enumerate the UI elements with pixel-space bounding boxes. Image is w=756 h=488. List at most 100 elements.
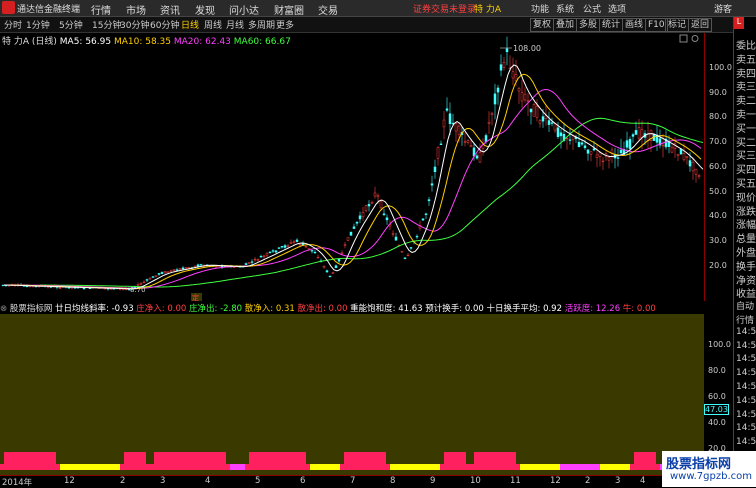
candle-body — [373, 192, 377, 197]
menu-options[interactable]: 选项 — [608, 2, 626, 15]
candle-body — [532, 104, 536, 117]
toolbar-adjust[interactable]: 复权 — [530, 18, 555, 32]
toolbar-stats[interactable]: 统计 — [599, 18, 624, 32]
candle-body — [469, 145, 473, 148]
toolbar-back[interactable]: 返回 — [688, 18, 713, 32]
menu-function[interactable]: 功能 — [531, 2, 549, 15]
candle-body — [253, 258, 257, 261]
toolbar-mark[interactable]: 标记 — [665, 18, 690, 32]
site-watermark: 股票指标网 www.7gpzb.com — [662, 451, 756, 487]
panel-row: 卖五 — [736, 54, 756, 66]
candle-body — [385, 217, 389, 221]
panel-row: 14:5 — [736, 340, 756, 351]
period-monthly[interactable]: 月线 — [226, 18, 244, 31]
candle-body — [565, 137, 569, 140]
watermark-title: 股票指标网 — [666, 457, 732, 472]
candle-body — [265, 253, 269, 256]
signal-bar — [600, 464, 630, 470]
menu-discover[interactable]: 发现 — [195, 2, 215, 17]
candle-body — [529, 108, 533, 113]
menu-quotes[interactable]: 行情 — [91, 2, 111, 17]
panel-row: 14:5 — [736, 354, 756, 365]
indicator-value-3: 散净入: 0.31 — [242, 304, 295, 314]
candle-body — [589, 151, 593, 155]
menu-wealth[interactable]: 财富圈 — [274, 2, 304, 17]
period-weekly[interactable]: 周线 — [204, 18, 222, 31]
candle-body — [274, 250, 278, 253]
panel-row: 自动 — [736, 302, 755, 313]
period-60min[interactable]: 60分钟 — [150, 18, 179, 31]
toolbar-overlay[interactable]: 叠加 — [553, 18, 578, 32]
period-more[interactable]: 更多 — [276, 18, 294, 31]
candle-body — [379, 200, 383, 209]
menu-market[interactable]: 市场 — [126, 2, 146, 17]
panel-row: 14:5 — [736, 423, 756, 434]
candle-body — [295, 239, 299, 242]
candle-body — [556, 127, 560, 137]
menu-guest[interactable]: 游客 — [714, 2, 732, 15]
candlestick-chart[interactable]: 108.00 8.70 定 — [0, 33, 704, 301]
indicator-settings-icon[interactable]: ⊗ — [0, 304, 7, 314]
candle-body — [400, 251, 404, 253]
signal-bar — [390, 464, 440, 470]
candle-body — [688, 160, 692, 167]
indicator-panel[interactable] — [0, 314, 704, 475]
date-tick: 12 — [64, 476, 75, 486]
candle-body — [541, 116, 545, 122]
candle-body — [691, 161, 695, 172]
signal-block — [474, 452, 516, 464]
signal-block — [154, 452, 226, 464]
signal-bar — [150, 464, 230, 470]
login-status[interactable]: 证券交易未登录 — [413, 2, 476, 15]
settings-circle-icon[interactable] — [691, 35, 699, 42]
candle-body — [316, 256, 320, 259]
panel-row: 14:5 — [736, 409, 756, 420]
date-tick: 8 — [390, 476, 396, 486]
panel-l-icon[interactable]: L — [734, 17, 744, 29]
date-tick: 2 — [120, 476, 126, 486]
candle-body — [334, 265, 338, 269]
menu-system[interactable]: 系统 — [556, 2, 574, 15]
price-tick: 60.0 — [709, 161, 727, 171]
period-daily[interactable]: 日线 — [181, 18, 199, 31]
date-tick: 4 — [640, 476, 646, 486]
candle-body — [184, 267, 188, 269]
candle-body — [268, 251, 272, 253]
period-15min[interactable]: 15分钟 — [92, 18, 121, 31]
menu-ask[interactable]: 问小达 — [229, 2, 259, 17]
candle-body — [511, 71, 515, 79]
panel-row: 14:5 — [736, 368, 756, 379]
candle-body — [526, 100, 530, 102]
candle-body — [352, 226, 356, 229]
period-30min[interactable]: 30分钟 — [120, 18, 149, 31]
candle-body — [583, 145, 587, 149]
candle-body — [436, 147, 440, 159]
candle-body — [244, 263, 248, 265]
period-tick[interactable]: 分时 — [4, 18, 22, 31]
price-tick: 90.0 — [709, 87, 727, 97]
toolbar-draw[interactable]: 画线 — [622, 18, 647, 32]
signal-block — [124, 452, 146, 464]
candle-body — [517, 88, 521, 92]
candle-body — [361, 212, 365, 217]
period-multi[interactable]: 多周期 — [248, 18, 275, 31]
expand-icon[interactable] — [679, 34, 688, 43]
price-tick: 80.0 — [709, 112, 727, 122]
panel-row: 换手 — [736, 261, 756, 273]
candle-body — [232, 266, 236, 268]
period-5min[interactable]: 5分钟 — [59, 18, 83, 31]
signal-bar — [310, 464, 340, 470]
candle-body — [595, 154, 599, 158]
toolbar-multi-stock[interactable]: 多股 — [576, 18, 601, 32]
candle-body — [262, 255, 266, 257]
candle-body — [505, 48, 509, 53]
candle-body — [298, 243, 302, 246]
indicator-value-7: 十日换手平均: 0.92 — [483, 304, 562, 314]
ma-label-1: MA10: 58.35 — [111, 37, 171, 47]
menu-trade[interactable]: 交易 — [318, 2, 338, 17]
candle-body — [277, 247, 281, 249]
menu-news[interactable]: 资讯 — [160, 2, 180, 17]
menu-formula[interactable]: 公式 — [583, 2, 601, 15]
period-1min[interactable]: 1分钟 — [26, 18, 50, 31]
indicator-name[interactable]: 股票指标网 — [10, 304, 53, 314]
